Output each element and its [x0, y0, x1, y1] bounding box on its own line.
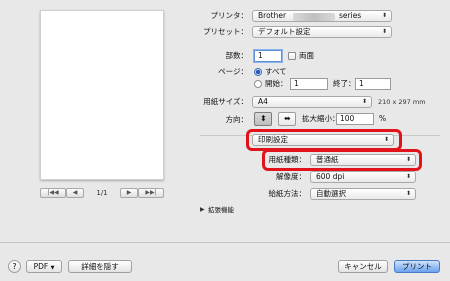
media-type-value: 普通紙 — [316, 155, 339, 164]
printer-name: Brother — [258, 11, 287, 20]
pages-all-radio[interactable] — [254, 68, 262, 76]
popup-arrows-icon: ⬍ — [405, 156, 411, 163]
pdf-label: PDF — [33, 262, 49, 271]
preset-label: プリセット： — [203, 27, 248, 36]
popup-arrows-icon: ⬍ — [361, 98, 367, 105]
page-indicator: 1/1 — [96, 189, 108, 197]
pdf-button[interactable]: PDF ▼ — [26, 260, 62, 273]
printer-model-redacted — [293, 13, 335, 21]
resolution-popup[interactable]: 600 dpi ⬍ — [310, 171, 416, 183]
pages-to-label: 終了： — [333, 79, 356, 88]
feed-popup[interactable]: 自動選択 ⬍ — [310, 188, 416, 200]
print-settings-value: 印刷設定 — [258, 135, 288, 144]
printer-series: series — [339, 11, 362, 20]
paper-size-label: 用紙サイズ： — [203, 97, 248, 106]
popup-arrows-icon: ⬍ — [405, 173, 411, 180]
hide-details-button[interactable]: 詳細を隠す — [68, 260, 132, 273]
orientation-label: 方向： — [225, 115, 249, 124]
print-button[interactable]: プリント — [394, 260, 440, 273]
help-button[interactable]: ? — [8, 260, 21, 273]
popup-arrows-icon: ⬍ — [381, 28, 387, 35]
pages-from-label: 開始： — [265, 79, 288, 88]
feed-label: 給紙方法： — [268, 189, 307, 198]
portrait-button[interactable]: ⬍ — [254, 112, 272, 126]
page-preview — [40, 10, 164, 180]
popup-arrows-icon: ⬍ — [383, 136, 389, 143]
first-page-button[interactable]: |◀◀ — [40, 188, 66, 198]
landscape-icon: ⬌ — [284, 114, 291, 123]
resolution-label: 解像度： — [276, 172, 306, 181]
feed-value: 自動選択 — [316, 189, 346, 198]
printer-label: プリンタ： — [210, 11, 249, 20]
scale-label: 拡大縮小： — [302, 114, 340, 123]
pages-to-field[interactable]: 1 — [355, 78, 391, 90]
preset-popup[interactable]: デフォルト設定 ⬍ — [252, 26, 392, 38]
paper-size-dimensions: 210 x 297 mm — [378, 98, 426, 106]
advanced-label[interactable]: 拡張機能 — [208, 204, 234, 216]
popup-arrows-icon: ⬍ — [405, 190, 411, 197]
footer-divider — [0, 242, 450, 243]
popup-arrows-icon: ⬍ — [381, 12, 387, 19]
pages-range-radio[interactable] — [254, 80, 262, 88]
duplex-checkbox[interactable] — [288, 52, 296, 60]
paper-size-popup[interactable]: A4 ⬍ — [252, 96, 372, 108]
portrait-icon: ⬍ — [260, 114, 267, 123]
copies-label: 部数： — [225, 51, 249, 60]
scale-field[interactable]: 100 — [336, 113, 374, 125]
media-type-popup[interactable]: 普通紙 ⬍ — [310, 154, 416, 166]
printer-popup[interactable]: Brother series ⬍ — [252, 10, 392, 22]
cancel-button[interactable]: キャンセル — [338, 260, 388, 273]
pdf-menu-arrow-icon: ▼ — [50, 265, 55, 271]
copies-field[interactable]: 1 — [254, 50, 282, 62]
pages-from-field[interactable]: 1 — [290, 78, 328, 90]
disclosure-triangle-icon[interactable]: ▶ — [200, 204, 205, 216]
landscape-button[interactable]: ⬌ — [278, 112, 296, 126]
scale-unit: % — [379, 114, 387, 123]
preset-value: デフォルト設定 — [258, 27, 311, 36]
preview-pager: |◀◀ ◀ 1/1 ▶ ▶▶| — [40, 188, 164, 200]
next-page-button[interactable]: ▶ — [120, 188, 138, 198]
print-settings-popup[interactable]: 印刷設定 ⬍ — [252, 134, 394, 146]
last-page-button[interactable]: ▶▶| — [138, 188, 164, 198]
resolution-value: 600 dpi — [316, 172, 345, 181]
duplex-label: 両面 — [299, 51, 314, 60]
pages-label: ページ： — [218, 67, 248, 76]
paper-size-value: A4 — [258, 97, 268, 106]
media-type-label: 用紙種類： — [268, 155, 307, 164]
prev-page-button[interactable]: ◀ — [66, 188, 84, 198]
pages-all-label: すべて — [265, 67, 287, 76]
